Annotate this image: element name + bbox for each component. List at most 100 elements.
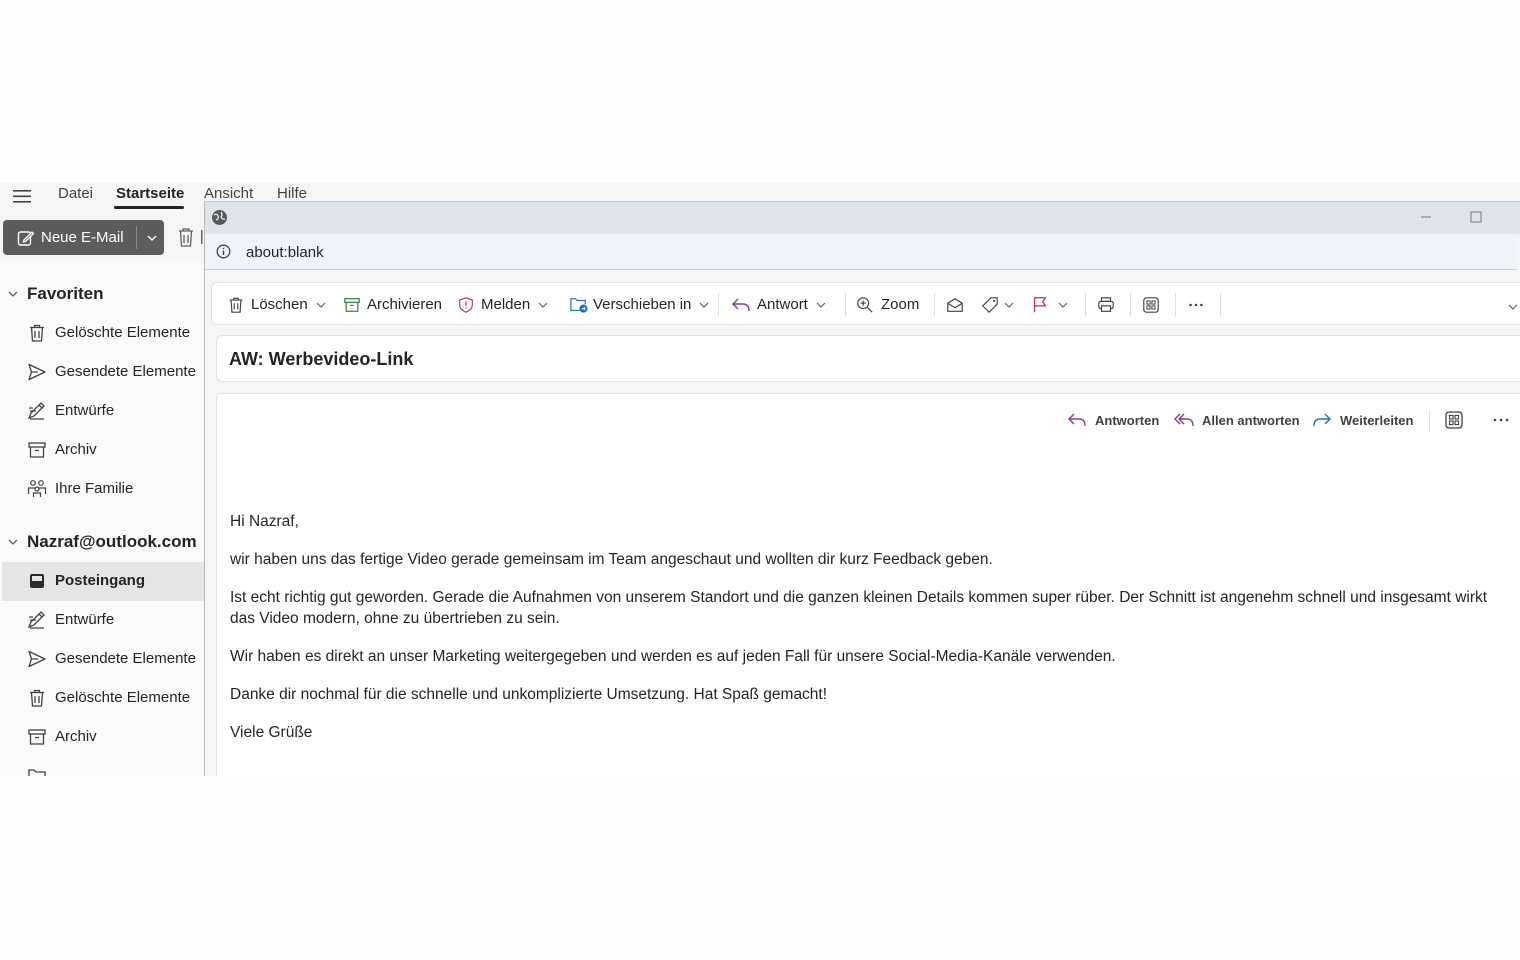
body-paragraph: Danke dir nochmal für die schnelle und u… [230, 686, 828, 703]
favorites-item-family[interactable]: Ihre Familie [2, 470, 205, 509]
account-item-partial[interactable] [2, 757, 205, 776]
send-icon [28, 363, 46, 381]
reply-all-label: Allen antworten [1202, 412, 1300, 428]
archive-button[interactable]: Archivieren [343, 283, 442, 326]
apps-grid-icon[interactable] [1444, 410, 1464, 430]
folder-label: Gesendete Elemente [55, 650, 196, 667]
address-bar: about:blank [205, 234, 1517, 270]
more-icon[interactable] [1491, 410, 1511, 430]
toolbar-divider [1175, 293, 1176, 317]
account-title: Nazraf@outlook.com [27, 532, 197, 551]
tab-view[interactable]: Ansicht [204, 185, 253, 202]
account-header[interactable]: Nazraf@outlook.com [0, 532, 200, 556]
compose-icon [17, 231, 35, 246]
tab-file[interactable]: Datei [58, 185, 93, 202]
body-paragraph: Ist echt richtig gut geworden. Gerade di… [230, 589, 1488, 627]
folder-pane: Favoriten Gelöschte Elemente Gesendete E… [0, 263, 205, 776]
trash-icon [229, 297, 243, 313]
favorites-item-drafts[interactable]: Entwürfe [2, 392, 205, 431]
new-mail-label: Neue E-Mail [41, 229, 124, 246]
minimize-icon[interactable] [1419, 210, 1433, 224]
toolbar-divider [845, 293, 846, 317]
message-text: Hi Nazraf, wir haben uns das fertige Vid… [230, 511, 1510, 760]
envelope-open-icon [947, 297, 963, 312]
print-button[interactable] [1096, 283, 1116, 326]
reply-label: Antworten [1095, 412, 1160, 428]
chevron-down-icon [816, 302, 826, 308]
chevron-down-icon[interactable] [1508, 303, 1518, 311]
move-folder-icon [570, 297, 588, 313]
tab-home[interactable]: Startseite [116, 185, 184, 202]
globe-icon [212, 210, 227, 225]
mark-read-button[interactable] [945, 283, 965, 326]
chevron-down-icon [8, 539, 18, 545]
zoom-icon [857, 296, 873, 313]
more-icon [1189, 303, 1203, 306]
body-paragraph: Wir haben es direkt an unser Marketing w… [230, 648, 1116, 665]
reply-label: Antwort [757, 296, 808, 313]
divider [1429, 410, 1430, 432]
reply-icon [732, 298, 750, 311]
chevron-down-icon [1058, 302, 1068, 308]
closing: Viele Grüße [230, 724, 313, 741]
subject-header: AW: Werbevideo-Link [216, 335, 1520, 382]
account-item-deleted[interactable]: Gelöschte Elemente [2, 679, 205, 718]
account-item-sent[interactable]: Gesendete Elemente [2, 640, 205, 679]
reply-all-button[interactable]: Allen antworten [1174, 410, 1300, 430]
favorites-item-deleted[interactable]: Gelöschte Elemente [2, 314, 205, 353]
folder-label: Gelöschte Elemente [55, 689, 191, 706]
chevron-down-icon [699, 302, 709, 308]
more-actions-button[interactable] [1186, 283, 1206, 326]
trash-icon[interactable] [176, 227, 206, 249]
account-item-drafts[interactable]: Entwürfe [2, 601, 205, 640]
report-label: Melden [481, 296, 531, 313]
message-subject: AW: Werbevideo-Link [229, 349, 414, 369]
chevron-down-icon[interactable] [146, 233, 158, 243]
folder-label: Gelöschte Elemente [55, 324, 191, 341]
message-popup-window: about:blank Löschen Archivieren Melden V… [204, 201, 1520, 776]
reply-button[interactable]: Antworten [1067, 410, 1159, 430]
archive-label: Archivieren [367, 296, 443, 313]
print-icon [1098, 296, 1114, 312]
reply-dropdown-button[interactable]: Antwort [731, 283, 826, 326]
maximize-icon[interactable] [1469, 210, 1483, 224]
new-mail-button[interactable]: Neue E-Mail [3, 220, 164, 255]
forward-label: Weiterleiten [1340, 412, 1414, 428]
archive-icon [28, 442, 46, 458]
folder-label: Entwürfe [55, 402, 115, 419]
zoom-label: Zoom [881, 296, 920, 313]
favorites-item-sent[interactable]: Gesendete Elemente [2, 353, 205, 392]
drafts-icon [27, 611, 45, 629]
favorites-header[interactable]: Favoriten [0, 284, 200, 308]
move-to-button[interactable]: Verschieben in [569, 283, 709, 326]
trash-icon [30, 324, 44, 342]
zoom-button[interactable]: Zoom [855, 283, 919, 326]
toolbar-divider [718, 293, 719, 317]
apps-button[interactable] [1141, 283, 1161, 326]
flag-button[interactable] [1030, 283, 1068, 326]
favorites-title: Favoriten [27, 284, 104, 303]
delete-button[interactable]: Löschen [227, 283, 326, 326]
send-icon [28, 650, 46, 668]
forward-button[interactable]: Weiterleiten [1312, 410, 1413, 430]
account-item-archive[interactable]: Archiv [2, 718, 205, 757]
tab-help[interactable]: Hilfe [277, 185, 307, 202]
hamburger-menu-icon[interactable] [12, 187, 32, 205]
archive-icon [28, 729, 46, 745]
flag-icon [1033, 296, 1047, 312]
message-toolbar: Löschen Archivieren Melden Verschieben i… [211, 282, 1520, 325]
body-paragraph: wir haben uns das fertige Video gerade g… [230, 551, 993, 568]
report-button[interactable]: Melden [457, 283, 548, 326]
folder-label: Archiv [55, 728, 97, 745]
info-icon[interactable] [216, 244, 231, 259]
categorize-button[interactable] [980, 283, 1014, 326]
account-item-inbox[interactable]: Posteingang [2, 562, 205, 601]
favorites-item-archive[interactable]: Archiv [2, 431, 205, 470]
chevron-down-icon [8, 291, 18, 297]
folder-label: Ihre Familie [55, 480, 134, 497]
move-to-label: Verschieben in [593, 296, 692, 313]
family-icon [27, 480, 47, 497]
inbox-icon [30, 574, 44, 588]
forward-icon [1313, 413, 1331, 427]
popup-title-bar [205, 202, 1520, 234]
